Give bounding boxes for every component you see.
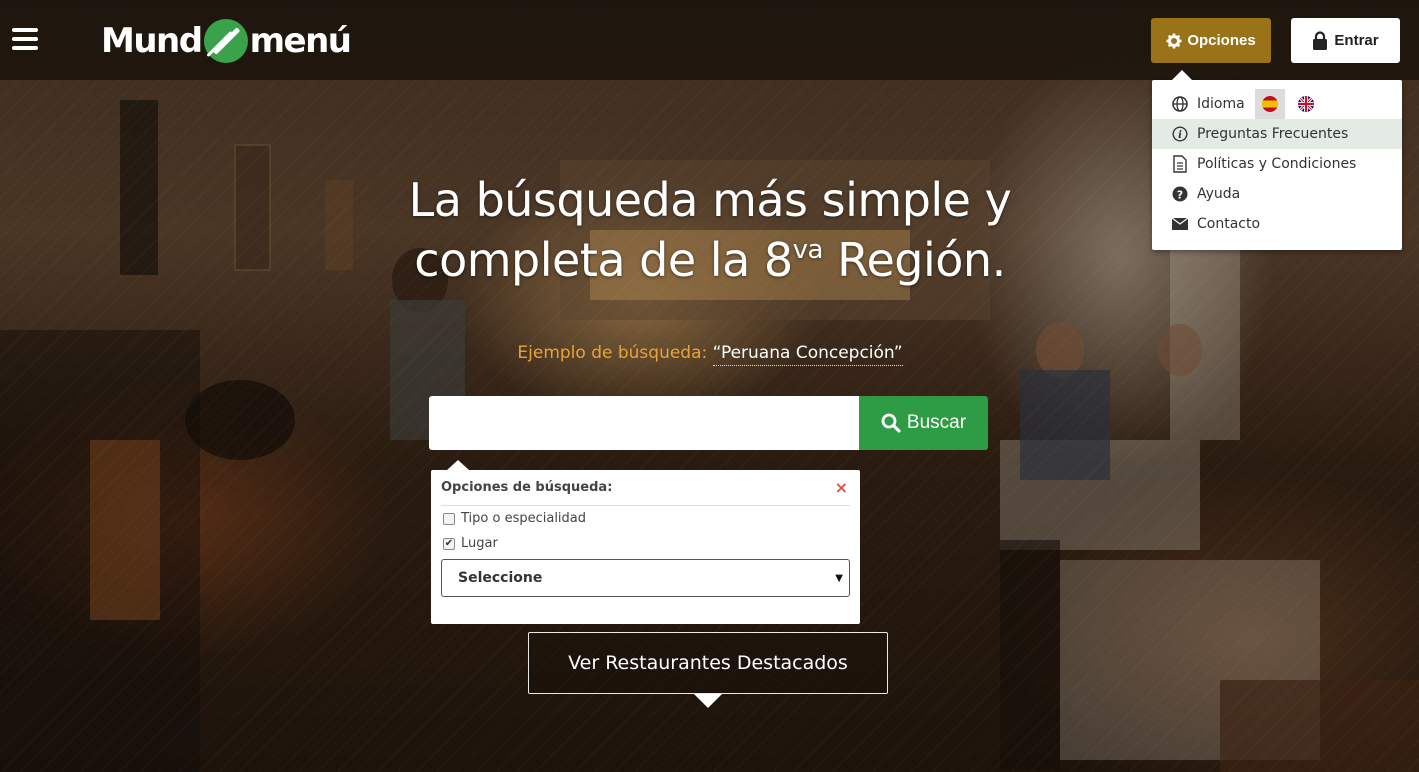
globe-icon (1171, 95, 1189, 113)
headline-line-2: completa de la 8va Región. (340, 230, 1080, 290)
logo-text-right: menú (249, 21, 352, 61)
caret-down-icon: ▼ (835, 572, 843, 584)
menu-item-contact-label: Contacto (1197, 216, 1261, 232)
checkbox-type-specialty-label: Tipo o especialidad (461, 511, 587, 526)
login-button[interactable]: Entrar (1291, 18, 1400, 63)
scroll-down-arrow-icon[interactable] (694, 694, 722, 708)
language-label: Idioma (1197, 96, 1245, 112)
search-icon (881, 413, 901, 433)
checkbox-place-box[interactable]: ✔ (443, 537, 455, 550)
search-input[interactable] (429, 396, 860, 450)
language-option-es[interactable] (1254, 89, 1285, 119)
hamburger-menu-icon[interactable] (12, 28, 38, 50)
spain-flag-icon (1261, 96, 1278, 112)
checkbox-type-specialty[interactable]: Tipo o especialidad (443, 506, 850, 531)
options-dropdown: Idioma i Preguntas Frecuentes Políticas … (1152, 70, 1402, 250)
headline-line-1: La búsqueda más simple y (408, 173, 1012, 227)
featured-restaurants-button[interactable]: Ver Restaurantes Destacados (528, 632, 888, 694)
svg-text:?: ? (1177, 189, 1183, 202)
search-example-value[interactable]: “Peruana Concepción” (712, 343, 903, 366)
search-example-label: Ejemplo de búsqueda: (517, 343, 708, 363)
options-button[interactable]: Opciones (1151, 18, 1271, 63)
place-select-value: Seleccione (458, 570, 543, 586)
menu-item-contact[interactable]: Contacto (1152, 209, 1402, 239)
gear-icon (1166, 33, 1182, 48)
search-example: Ejemplo de búsqueda: “Peruana Concepción… (400, 343, 1020, 366)
headline-superscript: va (792, 235, 824, 265)
place-select[interactable]: Seleccione ▼ (441, 559, 850, 597)
uk-flag-icon (1297, 96, 1314, 112)
menu-item-policies-label: Políticas y Condiciones (1197, 156, 1357, 172)
menu-item-faq[interactable]: i Preguntas Frecuentes (1152, 119, 1402, 149)
menu-item-help-label: Ayuda (1197, 186, 1241, 202)
checkbox-place[interactable]: ✔ Lugar (443, 531, 850, 556)
search-options-header: Opciones de búsqueda: × (441, 470, 850, 506)
menu-item-policies[interactable]: Políticas y Condiciones (1152, 149, 1402, 179)
site-logo[interactable]: Mund menú (101, 18, 352, 64)
info-icon: i (1171, 125, 1189, 143)
document-icon (1171, 155, 1189, 173)
search-button[interactable]: Buscar (859, 396, 988, 450)
logo-text-left: Mund (101, 21, 203, 61)
search-button-label: Buscar (906, 412, 967, 433)
language-option-en[interactable] (1291, 89, 1321, 119)
fork-logo-icon (203, 19, 248, 63)
featured-restaurants-label: Ver Restaurantes Destacados (568, 652, 848, 674)
menu-item-help[interactable]: ? Ayuda (1152, 179, 1402, 209)
lock-icon (1313, 30, 1328, 50)
close-icon[interactable]: × (835, 478, 850, 497)
search-options-panel: Opciones de búsqueda: × Tipo o especiali… (431, 460, 860, 624)
language-row: Idioma (1152, 89, 1402, 119)
headline-line-2-pre: completa de la 8 (414, 233, 793, 287)
svg-text:i: i (1178, 130, 1182, 141)
top-navbar: Mund menú Opciones Entrar (0, 0, 1419, 80)
checkbox-type-specialty-box[interactable] (443, 512, 455, 525)
login-button-label: Entrar (1334, 32, 1379, 49)
checkbox-place-label: Lugar (461, 536, 498, 551)
options-button-label: Opciones (1187, 32, 1256, 49)
search-options-title: Opciones de búsqueda: (441, 480, 613, 495)
help-icon: ? (1171, 185, 1189, 203)
menu-item-faq-label: Preguntas Frecuentes (1197, 126, 1349, 142)
headline-line-2-post: Región. (822, 233, 1006, 287)
envelope-icon (1171, 215, 1189, 233)
hero-headline: La búsqueda más simple y completa de la … (340, 170, 1080, 290)
